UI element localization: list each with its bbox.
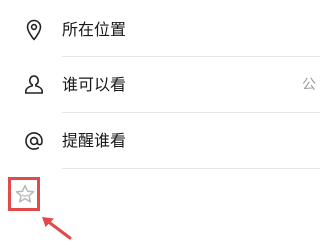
star-icon[interactable]	[15, 184, 35, 204]
divider	[62, 168, 320, 169]
person-icon	[22, 73, 46, 97]
annotation-arrow-icon	[40, 215, 74, 240]
location-row[interactable]: 所在位置	[0, 2, 320, 58]
visibility-label: 谁可以看	[62, 75, 127, 94]
location-pin-icon	[22, 18, 46, 42]
visibility-row[interactable]: 谁可以看 公	[0, 57, 320, 113]
mention-label: 提醒谁看	[62, 131, 127, 150]
mention-row[interactable]: 提醒谁看	[0, 113, 320, 169]
location-label: 所在位置	[62, 20, 127, 39]
visibility-value: 公	[302, 77, 316, 93]
at-sign-icon	[22, 129, 46, 153]
